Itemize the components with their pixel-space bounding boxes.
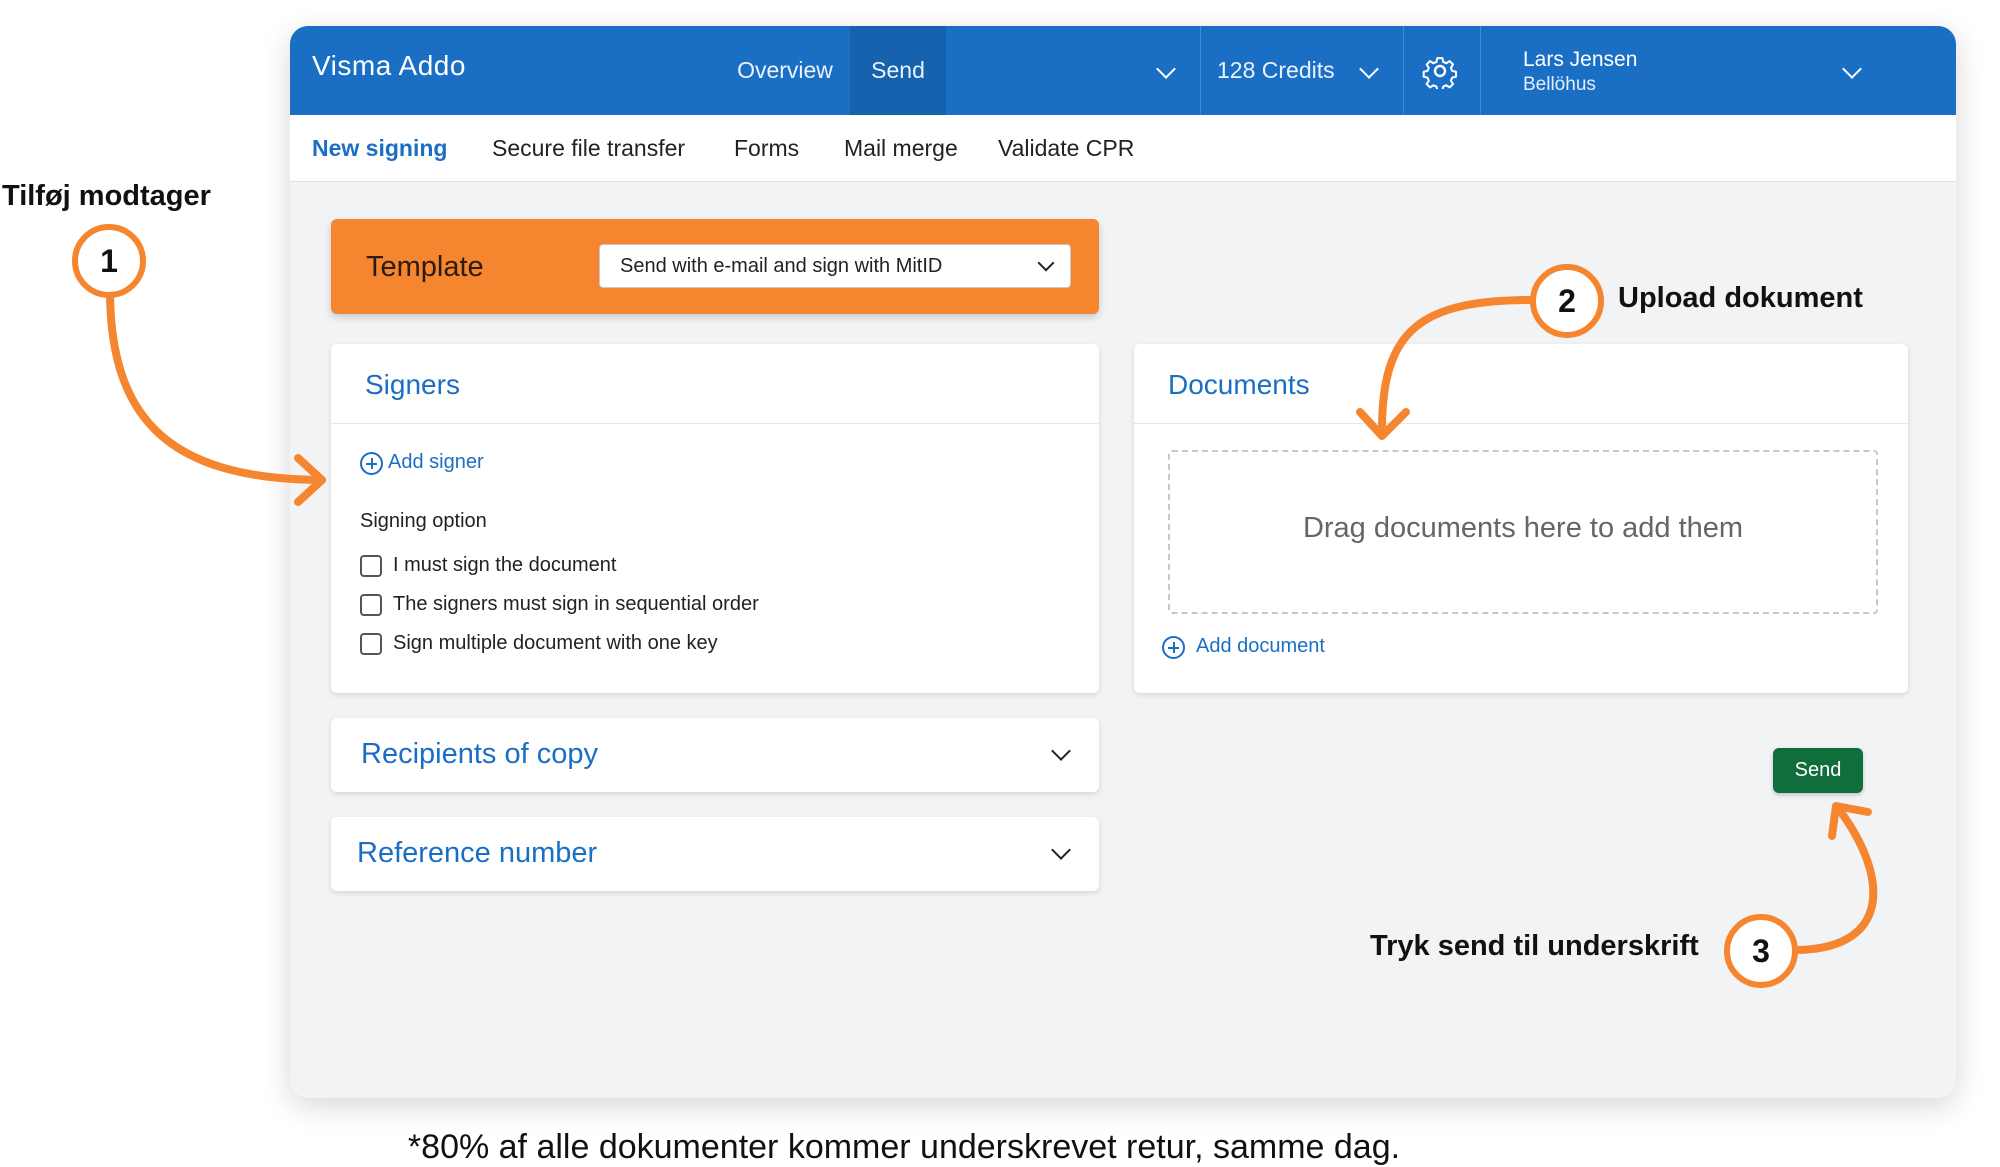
template-label: Template [366, 251, 484, 283]
checkbox-sequential-order[interactable] [360, 594, 382, 616]
drop-zone-text: Drag documents here to add them [1302, 512, 1744, 544]
user-menu-chevron-icon[interactable] [1842, 59, 1862, 79]
annotation-step-3-number: 3 [1724, 914, 1798, 988]
top-bar: Visma Addo Overview Send 128 Credits Lar… [290, 26, 1956, 115]
nav-more-chevron-icon[interactable] [1156, 59, 1176, 79]
add-document-link[interactable]: Add document [1196, 635, 1325, 658]
annotation-step-2-number: 2 [1530, 264, 1604, 338]
send-button[interactable]: Send [1773, 748, 1863, 793]
subnav-mail-merge[interactable]: Mail merge [844, 115, 958, 181]
option-label: The signers must sign in sequential orde… [393, 593, 759, 615]
template-select-value: Send with e-mail and sign with MitID [620, 255, 943, 277]
signers-header: Signers [331, 344, 1099, 424]
credits-label[interactable]: 128 Credits [1217, 26, 1335, 115]
documents-title: Documents [1168, 369, 1310, 400]
template-select[interactable]: Send with e-mail and sign with MitID [599, 244, 1071, 288]
add-signer-plus-icon[interactable] [360, 452, 383, 475]
chevron-down-icon [1051, 840, 1071, 860]
documents-card: Documents Drag documents here to add the… [1134, 344, 1908, 693]
document-drop-zone[interactable]: Drag documents here to add them [1168, 450, 1878, 614]
nav-overview[interactable]: Overview [730, 26, 840, 115]
checkbox-must-sign[interactable] [360, 555, 382, 577]
reference-accordion[interactable]: Reference number [331, 817, 1099, 891]
credits-chevron-icon[interactable] [1359, 59, 1379, 79]
annotation-step-3-label: Tryk send til underskrift [1370, 930, 1699, 962]
option-label: Sign multiple document with one key [393, 632, 718, 654]
subnav-forms[interactable]: Forms [734, 115, 799, 181]
checkbox-multiple-with-one-key[interactable] [360, 633, 382, 655]
annotation-step-2-label: Upload dokument [1618, 282, 1863, 314]
template-bar: Template Send with e-mail and sign with … [331, 219, 1099, 314]
add-signer-link[interactable]: Add signer [388, 451, 484, 474]
brand-logo[interactable]: Visma Addo [312, 50, 466, 82]
footnote: *80% af alle dokumenter kommer underskre… [407, 1128, 1401, 1166]
subnav-validate-cpr[interactable]: Validate CPR [998, 115, 1134, 181]
annotation-step-1-number: 1 [72, 224, 146, 298]
documents-header: Documents [1134, 344, 1908, 424]
subnav-secure-file-transfer[interactable]: Secure file transfer [492, 115, 685, 181]
chevron-down-icon [1051, 741, 1071, 761]
recipients-title: Recipients of copy [361, 738, 598, 770]
sub-navigation: New signing Secure file transfer Forms M… [290, 115, 1956, 182]
subnav-new-signing[interactable]: New signing [312, 115, 447, 181]
user-name[interactable]: Lars Jensen [1523, 48, 1637, 72]
signing-option-heading: Signing option [360, 510, 487, 532]
arrow-1 [106, 292, 322, 484]
option-label: I must sign the document [393, 554, 617, 576]
divider [1403, 26, 1404, 115]
signers-title: Signers [365, 369, 460, 400]
app-window: Visma Addo Overview Send 128 Credits Lar… [290, 26, 1956, 1098]
annotation-step-1-label: Tilføj modtager [2, 180, 211, 212]
user-organization[interactable]: Bellöhus [1523, 74, 1596, 96]
divider [1480, 26, 1481, 115]
gear-icon[interactable] [1422, 53, 1458, 89]
nav-send[interactable]: Send [850, 26, 946, 115]
signers-card: Signers Add signer Signing option I must… [331, 344, 1099, 693]
recipients-accordion[interactable]: Recipients of copy [331, 718, 1099, 792]
reference-title: Reference number [357, 837, 598, 869]
divider [1200, 26, 1201, 115]
add-document-plus-icon[interactable] [1162, 636, 1185, 659]
chevron-down-icon [1037, 254, 1055, 272]
